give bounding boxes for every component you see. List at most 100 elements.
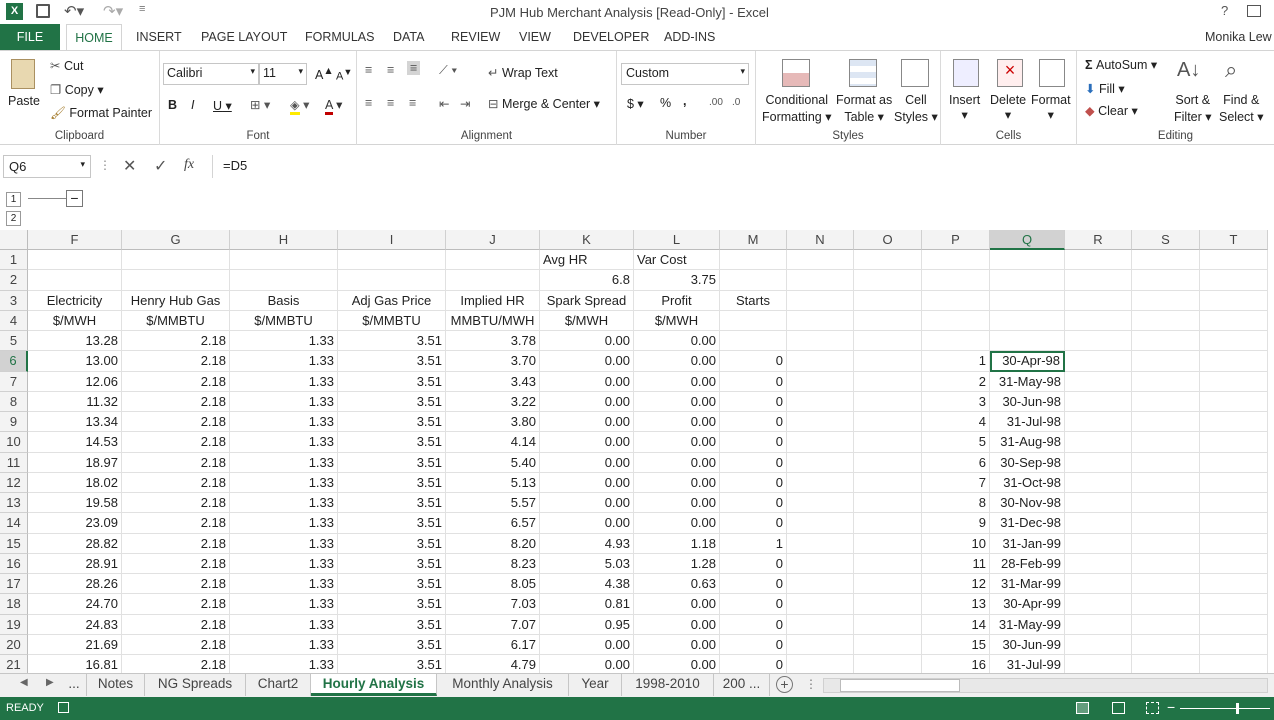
cell[interactable]: 4.79 [446, 655, 540, 673]
cell[interactable]: 2.18 [122, 371, 230, 392]
cell[interactable]: 13 [922, 594, 990, 615]
cell[interactable]: 0.00 [540, 412, 634, 433]
cell[interactable]: 0 [720, 351, 787, 372]
cell[interactable]: 3.75 [634, 270, 720, 291]
cell[interactable]: 0.00 [540, 371, 634, 392]
cell[interactable]: 31-Jan-99 [990, 533, 1065, 554]
cell[interactable] [1132, 310, 1200, 331]
cell[interactable] [1132, 452, 1200, 473]
cell[interactable]: Electricity [28, 290, 122, 311]
cell[interactable]: 0.00 [540, 634, 634, 655]
format-button[interactable]: Format ▾ [1031, 93, 1071, 122]
row-header-13[interactable]: 13 [0, 493, 28, 514]
cell[interactable]: 3.22 [446, 391, 540, 412]
cell[interactable] [1065, 270, 1132, 291]
cell[interactable]: 3.78 [446, 331, 540, 352]
cell[interactable] [922, 270, 990, 291]
cell[interactable] [854, 513, 922, 534]
cell[interactable] [1132, 594, 1200, 615]
cell[interactable]: 0 [720, 594, 787, 615]
cell[interactable] [1200, 412, 1268, 433]
cell[interactable]: 31-Jul-98 [990, 412, 1065, 433]
cell[interactable]: 0 [720, 452, 787, 473]
cell-styles-button[interactable]: Cell Styles ▾ [894, 92, 938, 126]
column-header-T[interactable]: T [1200, 230, 1268, 250]
cell[interactable]: 7.07 [446, 614, 540, 635]
cell[interactable]: $/MMBTU [230, 310, 338, 331]
cell[interactable] [787, 553, 854, 574]
cell[interactable]: 3.51 [338, 634, 446, 655]
delete-button[interactable]: Delete ▾ [990, 93, 1026, 122]
cell[interactable] [854, 290, 922, 311]
row-header-9[interactable]: 9 [0, 412, 28, 433]
cell[interactable]: 5.03 [540, 553, 634, 574]
cell[interactable]: 0 [720, 655, 787, 673]
cell[interactable] [990, 290, 1065, 311]
cell[interactable]: 3.51 [338, 412, 446, 433]
align-bottom-icon[interactable]: ≡ [407, 61, 421, 75]
macro-record-icon[interactable] [58, 702, 69, 713]
cell[interactable] [1065, 634, 1132, 655]
cell[interactable] [122, 270, 230, 291]
cell[interactable] [1200, 614, 1268, 635]
cell[interactable] [230, 270, 338, 291]
cell[interactable] [1132, 250, 1200, 271]
cell[interactable] [720, 250, 787, 271]
cell[interactable] [1065, 655, 1132, 673]
cell[interactable] [1132, 634, 1200, 655]
cell[interactable] [854, 432, 922, 453]
copy-button[interactable]: ❐ Copy ▾ [50, 82, 104, 97]
cell[interactable]: 2.18 [122, 533, 230, 554]
row-header-1[interactable]: 1 [0, 250, 28, 271]
cell[interactable]: 0.00 [540, 351, 634, 372]
cell[interactable] [1200, 553, 1268, 574]
clear-button[interactable]: ◆ Clear ▾ [1085, 103, 1138, 118]
cell[interactable] [1200, 290, 1268, 311]
cell[interactable] [1132, 472, 1200, 493]
cell[interactable]: 31-Dec-98 [990, 513, 1065, 534]
insert-function-icon[interactable]: fx [184, 157, 194, 173]
normal-view-icon[interactable] [1076, 702, 1089, 714]
cell[interactable]: 18.02 [28, 472, 122, 493]
cell[interactable]: 9 [922, 513, 990, 534]
tab-developer[interactable]: DEVELOPER [573, 24, 649, 50]
column-header-P[interactable]: P [922, 230, 990, 250]
cell[interactable]: 0.00 [634, 614, 720, 635]
cell[interactable] [854, 250, 922, 271]
cell[interactable] [854, 655, 922, 673]
cell[interactable] [1132, 493, 1200, 514]
cell[interactable] [720, 310, 787, 331]
tab-formulas[interactable]: FORMULAS [305, 24, 374, 50]
cell[interactable]: 3.51 [338, 391, 446, 412]
cell[interactable] [28, 270, 122, 291]
cell[interactable]: 2.18 [122, 493, 230, 514]
cell[interactable]: 0 [720, 553, 787, 574]
sheet-tab-chart2[interactable]: Chart2 [246, 674, 311, 696]
cell[interactable]: Henry Hub Gas [122, 290, 230, 311]
tab-file[interactable]: FILE [0, 24, 60, 50]
orientation-icon[interactable]: ⟋ ▾ [439, 63, 457, 78]
cell[interactable]: 3.51 [338, 533, 446, 554]
column-header-F[interactable]: F [28, 230, 122, 250]
cell[interactable]: 8.20 [446, 533, 540, 554]
cell[interactable]: 1.33 [230, 371, 338, 392]
sheet-tab-hourly-analysis[interactable]: Hourly Analysis [311, 674, 437, 696]
tab-add-ins[interactable]: ADD-INS [664, 24, 715, 50]
cell[interactable] [990, 270, 1065, 291]
cell[interactable]: 0.00 [634, 391, 720, 412]
formula-input[interactable]: =D5 [212, 155, 1272, 178]
cell[interactable]: 1.33 [230, 513, 338, 534]
cell[interactable]: $/MWH [540, 310, 634, 331]
row-header-11[interactable]: 11 [0, 452, 28, 473]
cell[interactable]: 21.69 [28, 634, 122, 655]
cell[interactable]: 18.97 [28, 452, 122, 473]
cell[interactable]: 0 [720, 412, 787, 433]
cell[interactable] [787, 533, 854, 554]
zoom-thumb[interactable] [1236, 703, 1239, 714]
cell[interactable]: 0.00 [634, 472, 720, 493]
zoom-slider[interactable] [1180, 708, 1270, 709]
cell[interactable]: 1.33 [230, 594, 338, 615]
cell[interactable]: 3.70 [446, 351, 540, 372]
column-header-J[interactable]: J [446, 230, 540, 250]
cell[interactable]: 30-Jun-98 [990, 391, 1065, 412]
